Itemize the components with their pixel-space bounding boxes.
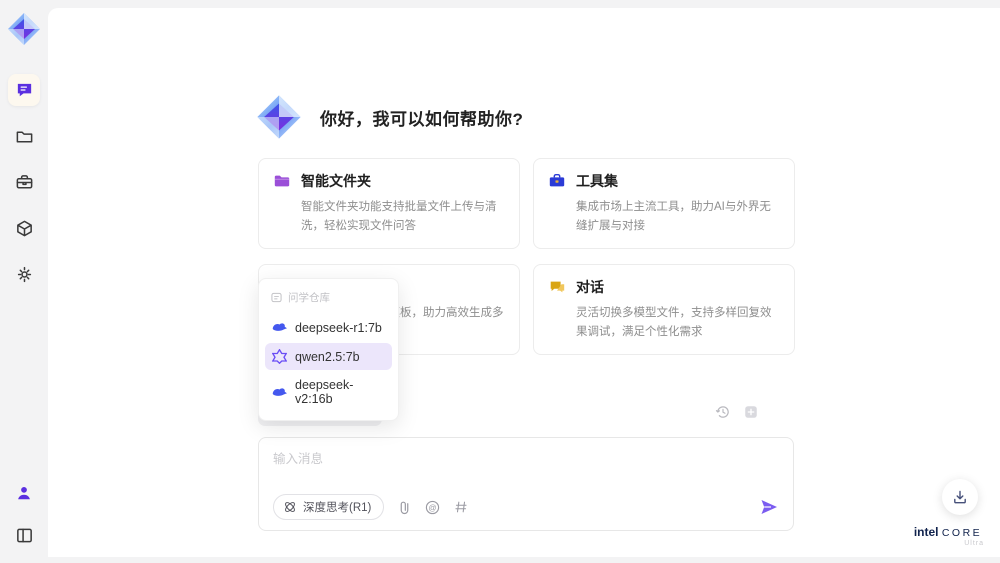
app-window: 你好，我可以如何帮助你? 智能文件夹 智能文件夹功能支持批量文件上传与清洗，轻松… xyxy=(0,0,1000,563)
card-toolset[interactable]: 工具集 集成市场上主流工具，助力AI与外界无缝扩展与对接 xyxy=(533,158,795,249)
app-logo-icon xyxy=(7,12,41,46)
briefcase-icon xyxy=(16,174,32,188)
card-description: 集成市场上主流工具，助力AI与外界无缝扩展与对接 xyxy=(576,201,771,232)
greeting-row: 你好，我可以如何帮助你? xyxy=(256,94,523,140)
sidebar-item-toolbox[interactable] xyxy=(8,166,40,198)
sidebar-item-folders[interactable] xyxy=(8,120,40,152)
new-chat-icon[interactable] xyxy=(743,404,759,420)
intel-logo-text: intel xyxy=(913,525,939,539)
sidebar-item-settings[interactable] xyxy=(8,258,40,290)
mention-icon[interactable]: @ xyxy=(425,500,440,515)
card-description: 智能文件夹功能支持批量文件上传与清洗，轻松实现文件问答 xyxy=(301,201,497,232)
model-dropdown: 问学仓库 deepseek-r1:7b qwen2.5:7b deepseek-… xyxy=(258,278,399,421)
card-smart-folder[interactable]: 智能文件夹 智能文件夹功能支持批量文件上传与清洗，轻松实现文件问答 xyxy=(258,158,520,249)
card-title: 智能文件夹 xyxy=(301,173,371,189)
deep-think-label: 深度思考(R1) xyxy=(303,502,372,514)
prompt-hash-icon[interactable] xyxy=(454,500,468,514)
sidebar xyxy=(0,0,48,563)
chat-bubble-icon xyxy=(17,83,31,96)
intel-ultra-label: Ultra xyxy=(964,540,984,547)
gear-icon xyxy=(17,266,31,282)
sidebar-nav xyxy=(8,74,40,290)
deep-think-toggle[interactable]: 深度思考(R1) xyxy=(273,494,385,520)
model-option-deepseek-r1[interactable]: deepseek-r1:7b xyxy=(265,314,392,341)
send-button[interactable] xyxy=(759,497,779,517)
assistant-logo-icon xyxy=(256,94,302,140)
svg-text:@: @ xyxy=(429,503,437,512)
deepseek-whale-icon xyxy=(272,387,287,396)
sidebar-item-chat[interactable] xyxy=(8,74,40,106)
cube-icon xyxy=(16,220,32,236)
card-dialogue[interactable]: 对话 灵活切换多模型文件，支持多样回复效果调试，满足个性化需求 xyxy=(533,263,795,355)
download-icon xyxy=(954,490,966,504)
core-logo-text: core xyxy=(941,527,983,539)
layout-panel-icon xyxy=(16,528,32,542)
folder-icon xyxy=(16,130,32,142)
dialogue-icon xyxy=(550,281,565,293)
sidebar-item-panel-toggle[interactable] xyxy=(8,519,40,551)
send-icon xyxy=(761,500,777,514)
qwen-icon xyxy=(272,349,287,364)
greeting-text: 你好，我可以如何帮助你? xyxy=(320,109,524,129)
user-icon xyxy=(18,486,30,500)
deepseek-whale-icon xyxy=(272,323,287,331)
smart-folder-icon xyxy=(274,175,290,187)
model-dropdown-header: 问学仓库 xyxy=(265,287,392,312)
intel-core-badge: intel core Ultra xyxy=(912,525,984,547)
main-panel: 你好，我可以如何帮助你? 智能文件夹 智能文件夹功能支持批量文件上传与清洗，轻松… xyxy=(48,8,1000,557)
model-option-qwen[interactable]: qwen2.5:7b xyxy=(265,343,392,370)
message-input[interactable] xyxy=(273,448,773,488)
card-description: 灵活切换多模型文件，支持多样回复效果调试，满足个性化需求 xyxy=(576,306,772,338)
card-title: 对话 xyxy=(576,278,604,295)
sidebar-item-account[interactable] xyxy=(8,477,40,509)
toolset-icon xyxy=(549,173,565,187)
sidebar-item-apps[interactable] xyxy=(8,212,40,244)
composer-toolbar: 深度思考(R1) @ xyxy=(273,494,779,520)
download-button[interactable] xyxy=(942,479,978,515)
history-icon[interactable] xyxy=(715,404,731,420)
model-option-label: qwen2.5:7b xyxy=(295,349,360,364)
repository-icon xyxy=(271,292,282,303)
message-composer: 深度思考(R1) @ xyxy=(258,437,794,531)
model-dropdown-header-label: 问学仓库 xyxy=(288,292,330,304)
card-title: 工具集 xyxy=(576,173,618,189)
model-option-deepseek-v2[interactable]: deepseek-v2:16b xyxy=(265,372,392,412)
sidebar-bottom xyxy=(8,477,40,551)
attachment-icon[interactable] xyxy=(398,500,411,515)
model-option-label: deepseek-v2:16b xyxy=(295,378,354,406)
model-option-label: deepseek-r1:7b xyxy=(295,320,382,335)
atom-icon xyxy=(285,502,295,512)
